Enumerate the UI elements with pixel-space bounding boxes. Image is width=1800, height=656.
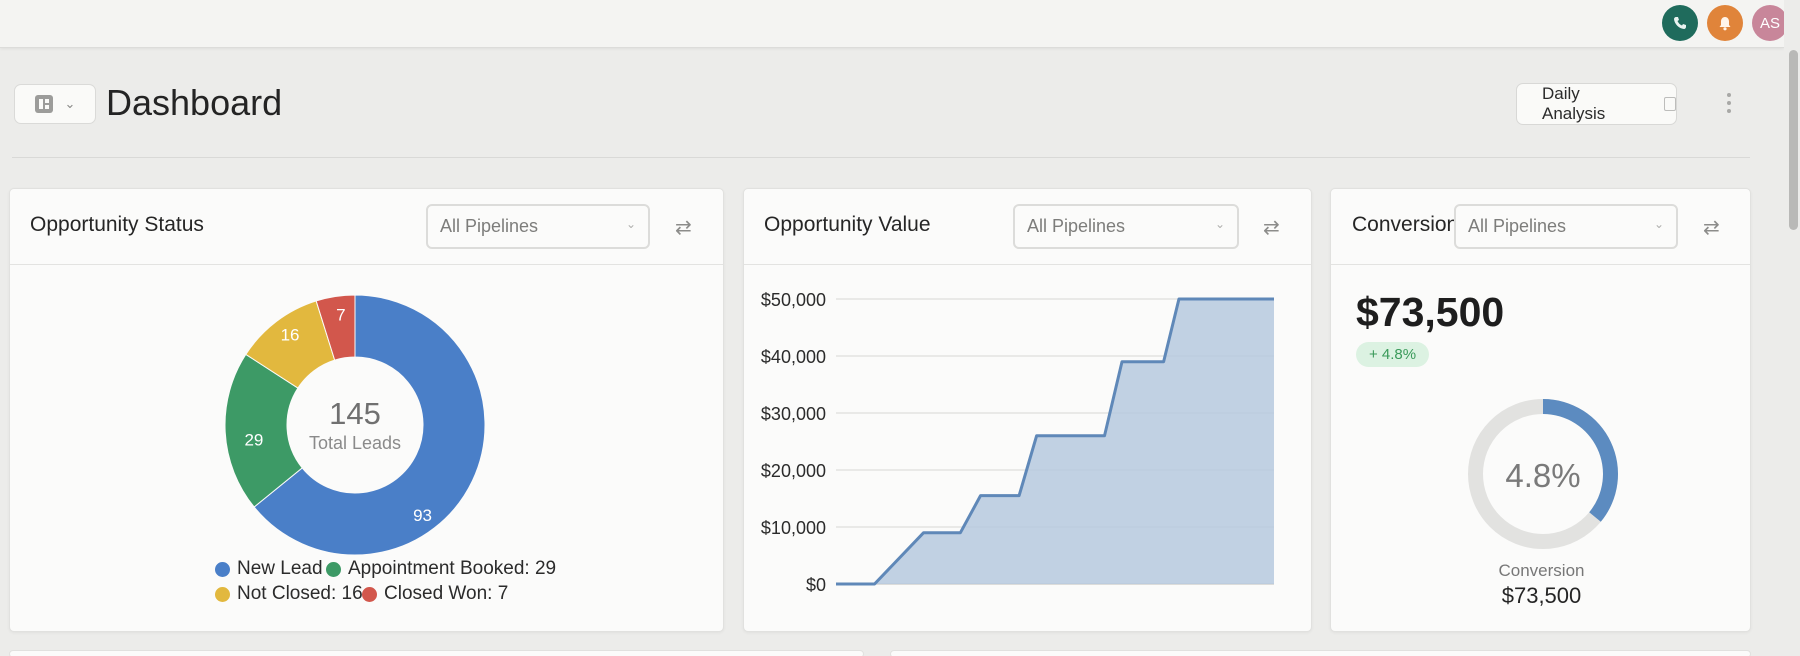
y-tick-label: $10,000 [761,518,826,538]
opportunity-value-area-chart: $0 $10,000 $20,000 $30,000 $40,000 $50,000 [761,290,1274,595]
legend-dot [326,561,341,577]
next-card-edge [9,650,864,656]
layout-switcher-button[interactable]: ⌄ [14,84,96,124]
header-divider [12,157,1750,158]
donut-value-label: 29 [244,430,263,449]
legend-item-closed-won: Closed Won: 7 [362,583,508,605]
conversion-ring-label: 4.8% [1505,457,1580,494]
legend-item-appointment-booked: Appointment Booked: 29 [326,558,556,580]
chevron-down-icon: ⌄ [64,96,76,111]
donut-value-label: 93 [413,506,432,525]
legend-label: New Lead [237,558,323,579]
opportunity-value-card: Opportunity Value All Pipelines ⌄ ⇄ $0 $1… [743,188,1312,632]
conversion-caption: Conversion [1498,561,1585,580]
legend-item-not-closed: Not Closed: 16 [215,583,363,605]
y-tick-label: $30,000 [761,404,826,424]
calendar-icon [1664,97,1676,111]
phone-icon[interactable] [1662,5,1698,41]
y-tick-label: $50,000 [761,290,826,310]
avatar[interactable]: AS [1752,5,1788,41]
total-leads-label: Total Leads [309,433,401,453]
total-leads-value: 145 [329,396,381,431]
donut-value-label: 16 [281,325,300,344]
y-tick-label: $20,000 [761,461,826,481]
more-options-icon[interactable] [1723,90,1735,116]
legend-dot [362,586,377,602]
legend-label: Closed Won: 7 [384,583,509,604]
legend-label: Appointment Booked: 29 [348,558,557,579]
page-title: Dashboard [106,82,283,123]
y-tick-label: $40,000 [761,347,826,367]
conversion-caption-value: $73,500 [1501,583,1582,608]
daily-analysis-label: Daily Analysis [1542,84,1606,123]
next-card-edge [890,650,1751,656]
opportunity-status-card: Opportunity Status All Pipelines ⌄ ⇄ 93 2… [9,188,724,632]
layout-icon [34,95,53,113]
top-bar: AS [0,0,1788,48]
conversion-card: Conversion All Pipelines ⌄ ⇄ $73,500 + 4… [1330,188,1751,632]
legend-label: Not Closed: 16 [237,583,363,604]
y-tick-label: $0 [806,575,826,595]
scrollbar-thumb[interactable] [1789,50,1798,230]
bell-icon[interactable] [1707,5,1743,41]
donut-value-label: 7 [336,306,345,325]
legend-dot [215,586,230,602]
page-header: ⌄ Dashboard Daily Analysis [0,48,1784,158]
legend-item-new-lead: New Lead [215,558,323,580]
legend-dot [215,561,230,577]
daily-analysis-button[interactable]: Daily Analysis [1516,83,1677,125]
area-fill [836,299,1274,584]
